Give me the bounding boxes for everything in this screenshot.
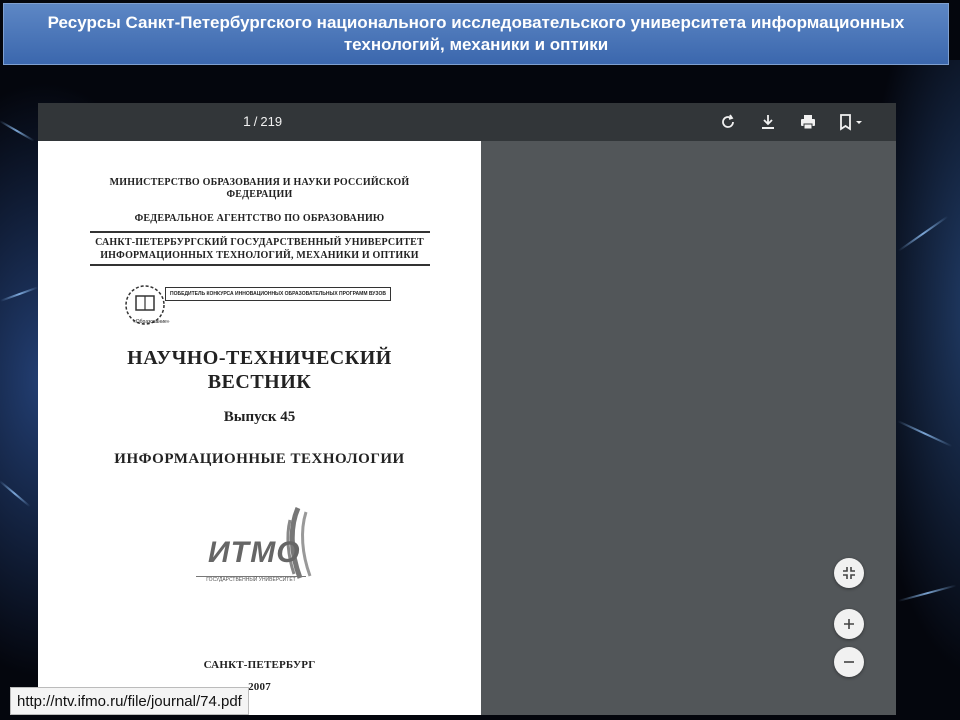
bookmark-icon[interactable] (836, 112, 868, 132)
zoom-in-button[interactable] (834, 609, 864, 639)
print-icon[interactable] (798, 112, 818, 132)
pdf-toolbar: 1/219 (38, 103, 896, 141)
source-url[interactable]: http://ntv.ifmo.ru/file/journal/74.pdf (10, 687, 249, 715)
fit-page-button[interactable] (834, 558, 864, 588)
slide-title-bar: Ресурсы Санкт-Петербургского национально… (3, 3, 949, 65)
contest-emblem: ПОБЕДИТЕЛЬ КОНКУРСА ИННОВАЦИОННЫХ ОБРАЗО… (123, 283, 393, 327)
pdf-page: МИНИСТЕРСТВО ОБРАЗОВАНИЯ И НАУКИ РОССИЙС… (38, 141, 481, 715)
divider (90, 264, 430, 266)
fit-page-icon (843, 567, 855, 579)
itmo-logo-caption: ГОСУДАРСТВЕННЫЙ УНИВЕРСИТЕТ (196, 576, 306, 583)
total-pages: 219 (260, 114, 283, 129)
slide-title-line2: технологий, механики и оптики (343, 35, 609, 54)
topic-title: ИНФОРМАЦИОННЫЕ ТЕХНОЛОГИИ (114, 451, 405, 467)
issue-number: Выпуск 45 (223, 409, 296, 425)
zoom-out-icon (844, 661, 854, 663)
ministry-line1: МИНИСТЕРСТВО ОБРАЗОВАНИЯ И НАУКИ РОССИЙС… (109, 177, 410, 188)
journal-title-line1: НАУЧНО-ТЕХНИЧЕСКИЙ (127, 347, 392, 369)
contest-banner-text: ПОБЕДИТЕЛЬ КОНКУРСА ИННОВАЦИОННЫХ ОБРАЗО… (170, 291, 386, 297)
pdf-viewer: 1/219 МИНИСТЕРСТВО ОБРАЗОВАНИЯ И НАУКИ Р… (38, 103, 896, 715)
zoom-out-button[interactable] (834, 647, 864, 677)
current-page-input[interactable]: 1 (243, 113, 251, 129)
ministry-line2: ФЕДЕРАЦИИ (226, 189, 293, 200)
emblem-caption: «Образование» (133, 319, 170, 325)
zoom-in-icon (844, 619, 854, 629)
itmo-logo-text: ИТМО (208, 536, 301, 569)
divider (90, 231, 430, 233)
slide-title-line1: Ресурсы Санкт-Петербургского национально… (47, 13, 905, 32)
university-line2: ИНФОРМАЦИОННЫХ ТЕХНОЛОГИЙ, МЕХАНИКИ И ОП… (100, 250, 419, 261)
university-line1: САНКТ-ПЕТЕРБУРГСКИЙ ГОСУДАРСТВЕННЫЙ УНИВ… (95, 237, 424, 248)
itmo-logo: ИТМО ГОСУДАРСТВЕННЫЙ УНИВЕРСИТЕТ (196, 506, 326, 586)
rotate-icon[interactable] (718, 112, 738, 132)
page-indicator: 1/219 (243, 113, 282, 129)
download-icon[interactable] (758, 112, 778, 132)
journal-title-line2: ВЕСТНИК (207, 371, 312, 393)
agency-line: ФЕДЕРАЛЬНОЕ АГЕНТСТВО ПО ОБРАЗОВАНИЮ (134, 213, 385, 224)
contest-banner: ПОБЕДИТЕЛЬ КОНКУРСА ИННОВАЦИОННЫХ ОБРАЗО… (165, 287, 391, 301)
city: САНКТ-ПЕТЕРБУРГ (203, 659, 316, 671)
page-separator: / (253, 114, 258, 129)
